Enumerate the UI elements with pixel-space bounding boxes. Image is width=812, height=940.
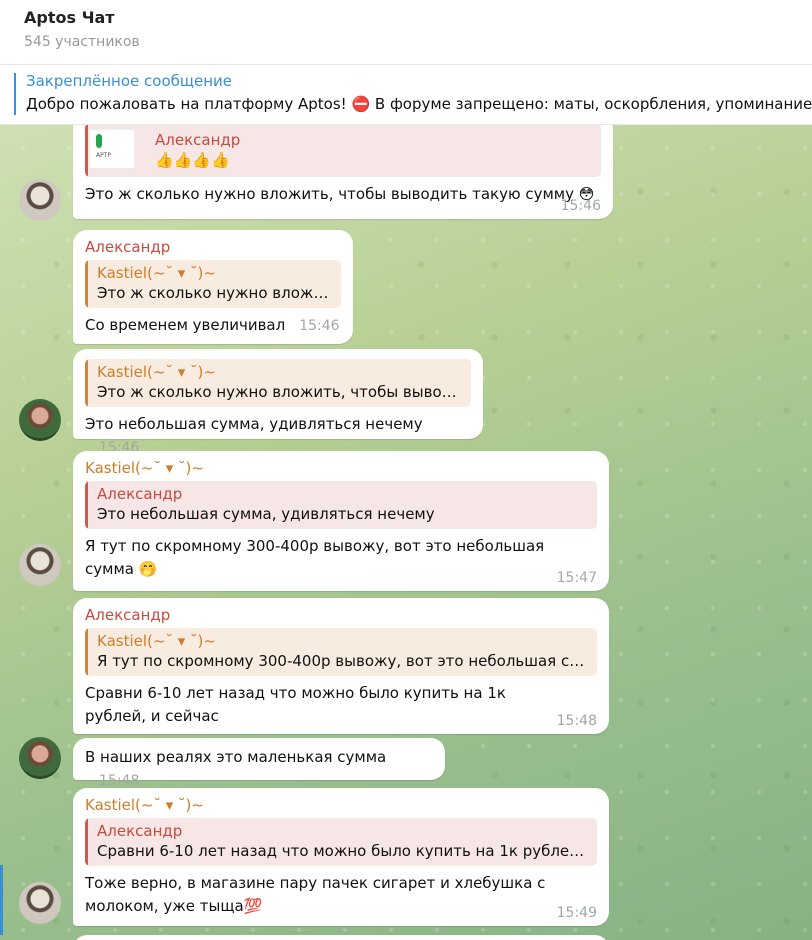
reply-author: Александр xyxy=(155,131,241,149)
pinned-message-bar[interactable]: Закреплённое сообщение Добро пожаловать … xyxy=(0,65,812,125)
reply-text: Это ж сколько нужно вложить, чтобы вывод… xyxy=(97,383,463,401)
aptos-logo-icon xyxy=(96,134,102,148)
reply-quote[interactable]: Александр Сравни 6-10 лет назад что можн… xyxy=(85,818,597,866)
message-time: 15:48 xyxy=(556,713,597,729)
reply-author: Kastiel(~˘ ▾ ˘)~ xyxy=(97,363,216,381)
user-avatar-kastiel[interactable] xyxy=(19,179,61,221)
reply-thumbnail: APTP xyxy=(89,129,135,169)
message-time: 15:47 xyxy=(556,570,597,586)
message-bubble[interactable]: Kastiel(~˘ ▾ ˘)~ Александр Это небольшая… xyxy=(73,451,609,591)
sender-name[interactable]: Александр xyxy=(85,236,341,258)
message-time: 15:46 xyxy=(299,318,340,334)
reply-quote[interactable]: Kastiel(~˘ ▾ ˘)~ Я тут по скромному 300-… xyxy=(85,628,597,676)
message-text-content: В наших реалях это маленькая сумма xyxy=(85,748,387,766)
reply-author: Kastiel(~˘ ▾ ˘)~ xyxy=(97,632,216,650)
user-avatar-alexander[interactable] xyxy=(19,399,61,441)
user-avatar-alexander[interactable] xyxy=(19,737,61,779)
reply-author: Kastiel(~˘ ▾ ˘)~ xyxy=(97,264,216,282)
message-text: Тоже верно, в магазине пару пачек сигаре… xyxy=(85,874,546,915)
message-bubble[interactable]: Kastiel(~˘ ▾ ˘)~ Александр Сравни 6-10 л… xyxy=(73,788,609,926)
sender-name[interactable]: Kastiel(~˘ ▾ ˘)~ xyxy=(85,457,597,479)
message-text: Сравни 6-10 лет назад что можно было куп… xyxy=(85,684,506,725)
reply-quote[interactable]: APTP Александр 👍👍👍👍 xyxy=(85,125,601,177)
message-bubble[interactable]: APTP Александр 👍👍👍👍 Это ж сколько нужно … xyxy=(73,125,613,219)
thumbnail-caption: APTP xyxy=(96,152,112,159)
message-text: Я тут по скромному 300-400р вывожу, вот … xyxy=(85,537,545,578)
user-avatar-kastiel[interactable] xyxy=(19,882,61,924)
reply-author: Александр xyxy=(97,485,183,503)
message-list[interactable]: APTP Александр 👍👍👍👍 Это ж сколько нужно … xyxy=(0,125,812,940)
chat-header[interactable]: Aptos Чат 545 участников xyxy=(0,0,812,65)
member-count: 545 участников xyxy=(24,34,140,50)
sender-name[interactable]: Kastiel(~˘ ▾ ˘)~ xyxy=(85,794,597,816)
message-text: В наших реалях это маленькая сумма15:48 xyxy=(85,746,433,793)
scroll-indicator xyxy=(0,865,3,935)
reply-text: 👍👍👍👍 xyxy=(155,151,230,169)
message-text: Со временем увеличивал 15:46 xyxy=(85,314,341,338)
message-time: 15:46 xyxy=(560,198,601,214)
message-bubble[interactable]: Александр Kastiel(~˘ ▾ ˘)~ Я тут по скро… xyxy=(73,598,609,734)
message-text-content: Со временем увеличивал xyxy=(85,316,286,334)
reply-text: Это небольшая сумма, удивляться нечему xyxy=(97,505,435,523)
reply-quote[interactable]: Александр Это небольшая сумма, удивлятьс… xyxy=(85,481,597,529)
reply-text: Это ж сколько нужно вложи... xyxy=(97,284,333,302)
message-time: 15:49 xyxy=(556,905,597,921)
reply-quote[interactable]: Kastiel(~˘ ▾ ˘)~ Это ж сколько нужно вло… xyxy=(85,359,471,407)
message-text-content: Это небольшая сумма, удивляться нечему xyxy=(85,415,423,433)
message-bubble[interactable]: Александр Kastiel(~˘ ▾ ˘)~ Это ж сколько… xyxy=(73,230,353,344)
reply-quote[interactable]: Kastiel(~˘ ▾ ˘)~ Это ж сколько нужно вло… xyxy=(85,260,341,308)
chat-title[interactable]: Aptos Чат xyxy=(24,8,115,27)
reply-author: Александр xyxy=(97,822,183,840)
pinned-text: Добро пожаловать на платформу Aptos! ⛔ В… xyxy=(26,95,812,113)
pinned-accent-bar xyxy=(14,73,16,115)
message-text: Это ж сколько нужно вложить, чтобы вывод… xyxy=(85,185,595,203)
reply-text: Я тут по скромному 300-400р вывожу, вот … xyxy=(97,652,589,670)
sender-name[interactable]: Александр xyxy=(85,604,597,626)
reply-text: Сравни 6-10 лет назад что можно было куп… xyxy=(97,842,589,860)
message-bubble[interactable] xyxy=(73,935,609,940)
pinned-label: Закреплённое сообщение xyxy=(26,72,233,90)
message-bubble[interactable]: В наших реалях это маленькая сумма15:48 xyxy=(73,738,445,789)
message-bubble[interactable]: Kastiel(~˘ ▾ ˘)~ Это ж сколько нужно вло… xyxy=(73,349,483,456)
user-avatar-kastiel[interactable] xyxy=(19,544,61,586)
